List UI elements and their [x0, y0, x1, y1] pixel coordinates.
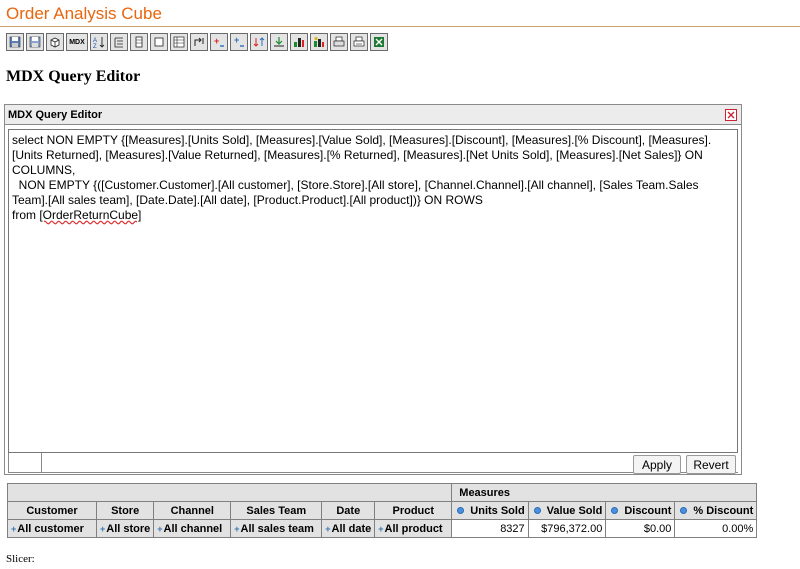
- corner-cell: [6, 483, 453, 502]
- member-all-date[interactable]: +All date: [321, 519, 376, 538]
- layout-icon[interactable]: [170, 33, 188, 51]
- swap-axes-icon[interactable]: [190, 33, 208, 51]
- sort-icon[interactable]: AZ: [90, 33, 108, 51]
- column-icon[interactable]: [130, 33, 148, 51]
- expand-icon[interactable]: +: [157, 524, 162, 534]
- footer-cell: [8, 453, 42, 473]
- table-row: Customer Store Channel Sales Team Date P…: [7, 501, 758, 520]
- table-row: +All customer +All store +All channel +A…: [7, 519, 758, 538]
- panel-header: MDX Query Editor: [5, 105, 741, 125]
- measure-header-discount[interactable]: Discount: [605, 501, 676, 520]
- member-all-channel[interactable]: +All channel: [153, 519, 232, 538]
- cell-discount: $0.00: [605, 519, 676, 538]
- chart-config-icon[interactable]: [310, 33, 328, 51]
- chart-icon[interactable]: [290, 33, 308, 51]
- save-icon[interactable]: [6, 33, 24, 51]
- expand-icon[interactable]: +: [100, 524, 105, 534]
- member-all-customer[interactable]: +All customer: [7, 519, 97, 538]
- expand-icon[interactable]: +: [234, 524, 239, 534]
- print-setup-icon[interactable]: [350, 33, 368, 51]
- app-title: Order Analysis Cube: [6, 4, 162, 23]
- svg-text:+: +: [214, 36, 219, 46]
- outline-icon[interactable]: [150, 33, 168, 51]
- save-as-icon[interactable]: [26, 33, 44, 51]
- measure-header-value-sold[interactable]: Value Sold: [527, 501, 607, 520]
- title-divider: [0, 26, 800, 27]
- column-header-date[interactable]: Date: [321, 501, 376, 520]
- cell-pct-discount: 0.00%: [674, 519, 758, 538]
- measure-header-pct-discount[interactable]: % Discount: [674, 501, 758, 520]
- print-icon[interactable]: [330, 33, 348, 51]
- cell-value-sold: $796,372.00: [527, 519, 607, 538]
- excel-icon[interactable]: [370, 33, 388, 51]
- sort-dot-icon[interactable]: [680, 506, 688, 514]
- mdx-query-textarea[interactable]: select NON EMPTY {[Measures].[Units Sold…: [8, 129, 738, 453]
- cell-units-sold: 8327: [451, 519, 529, 538]
- drill-through-icon[interactable]: [250, 33, 268, 51]
- revert-button[interactable]: Revert: [686, 455, 736, 474]
- hierarchy-icon[interactable]: [110, 33, 128, 51]
- close-button[interactable]: [725, 108, 737, 121]
- panel-title: MDX Query Editor: [8, 108, 103, 121]
- column-header-product[interactable]: Product: [374, 501, 453, 520]
- expand-members-icon[interactable]: +: [210, 33, 228, 51]
- close-icon: [727, 111, 735, 118]
- expand-icon[interactable]: +: [378, 524, 383, 534]
- member-all-product[interactable]: +All product: [374, 519, 453, 538]
- svg-text:Z: Z: [93, 44, 97, 48]
- page-title: MDX Query Editor: [6, 68, 141, 85]
- svg-text:+: +: [234, 36, 239, 45]
- expand-icon[interactable]: +: [325, 524, 330, 534]
- mdx-icon[interactable]: MDX: [66, 33, 88, 51]
- mdx-icon-label: MDX: [69, 38, 85, 46]
- cube-reference: [OrderReturnCube]: [39, 208, 142, 222]
- collapse-members-icon[interactable]: +: [230, 33, 248, 51]
- table-row: Measures: [6, 483, 758, 502]
- apply-button[interactable]: Apply: [633, 455, 681, 474]
- measures-header[interactable]: Measures: [451, 483, 758, 502]
- member-all-store[interactable]: +All store: [95, 519, 155, 538]
- drill-down-icon[interactable]: [270, 33, 288, 51]
- mdx-editor-panel: MDX Query Editor select NON EMPTY {[Meas…: [4, 104, 742, 475]
- sort-dot-icon[interactable]: [611, 506, 619, 514]
- sort-dot-icon[interactable]: [533, 506, 541, 514]
- toolbar: MDX AZ + +: [6, 33, 388, 51]
- column-header-store[interactable]: Store: [95, 501, 155, 520]
- column-header-customer[interactable]: Customer: [7, 501, 97, 520]
- sort-dot-icon[interactable]: [457, 506, 465, 514]
- expand-icon[interactable]: +: [11, 524, 16, 534]
- measure-header-units-sold[interactable]: Units Sold: [451, 501, 529, 520]
- olap-result-table: Measures Customer Store Channel Sales Te…: [6, 483, 758, 538]
- column-header-sales-team[interactable]: Sales Team: [230, 501, 323, 520]
- slicer-label: Slicer:: [6, 553, 35, 565]
- measures-label: Measures: [459, 486, 511, 499]
- cube-navigator-icon[interactable]: [46, 33, 64, 51]
- column-header-channel[interactable]: Channel: [153, 501, 232, 520]
- member-all-sales-team[interactable]: +All sales team: [230, 519, 323, 538]
